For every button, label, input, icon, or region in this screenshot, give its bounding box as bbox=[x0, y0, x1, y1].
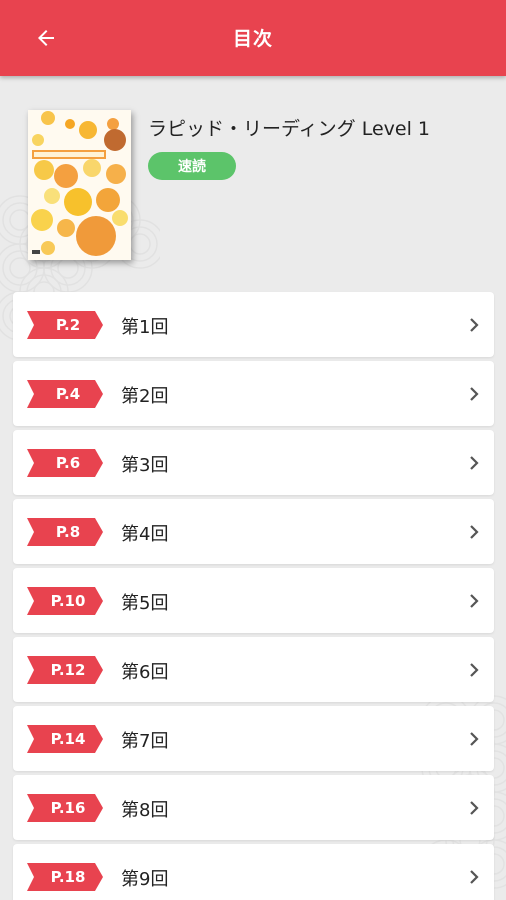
toc-item-label: 第9回 bbox=[121, 869, 169, 890]
page-number-tag: P.14 bbox=[27, 725, 103, 753]
chevron-right-icon bbox=[470, 594, 479, 608]
chevron-right-icon bbox=[470, 732, 479, 746]
page-number-tag: P.12 bbox=[27, 656, 103, 684]
app-bar: 目次 bbox=[0, 0, 506, 76]
book-title: ラピッド・リーディング Level 1 bbox=[148, 118, 430, 140]
toc-item-label: 第6回 bbox=[121, 662, 169, 683]
chevron-right-icon bbox=[470, 456, 479, 470]
toc-item[interactable]: P.14 第7回 bbox=[13, 706, 494, 771]
chevron-right-icon bbox=[470, 801, 479, 815]
toc-item[interactable]: P.8 第4回 bbox=[13, 499, 494, 564]
page-number-tag: P.8 bbox=[27, 518, 103, 546]
chevron-right-icon bbox=[470, 525, 479, 539]
chevron-right-icon bbox=[470, 318, 479, 332]
page-number-tag: P.6 bbox=[27, 449, 103, 477]
page-title: 目次 bbox=[232, 28, 273, 50]
toc-item-label: 第4回 bbox=[121, 524, 169, 545]
page-number: P.10 bbox=[50, 592, 86, 610]
page-number: P.6 bbox=[55, 454, 81, 472]
toc-item-label: 第3回 bbox=[121, 455, 169, 476]
toc-item-label: 第5回 bbox=[121, 593, 169, 614]
toc-item-label: 第1回 bbox=[121, 317, 169, 338]
toc-item-label: 第7回 bbox=[121, 731, 169, 752]
toc-item-label: 第8回 bbox=[121, 800, 169, 821]
chevron-right-icon bbox=[470, 663, 479, 677]
page-number: P.2 bbox=[55, 316, 81, 334]
toc-item[interactable]: P.6 第3回 bbox=[13, 430, 494, 495]
page-number: P.12 bbox=[50, 661, 86, 679]
toc-item[interactable]: P.4 第2回 bbox=[13, 361, 494, 426]
page-number: P.4 bbox=[55, 385, 81, 403]
page-number: P.18 bbox=[50, 868, 86, 886]
page-number: P.16 bbox=[50, 799, 86, 817]
page-number-tag: P.18 bbox=[27, 863, 103, 891]
toc-item[interactable]: P.2 第1回 bbox=[13, 292, 494, 357]
toc-item[interactable]: P.16 第8回 bbox=[13, 775, 494, 840]
toc-item[interactable]: P.10 第5回 bbox=[13, 568, 494, 633]
toc-item[interactable]: P.18 第9回 bbox=[13, 844, 494, 900]
toc-item-label: 第2回 bbox=[121, 386, 169, 407]
toc-item[interactable]: P.12 第6回 bbox=[13, 637, 494, 702]
toc-list: P.2 第1回 P.4 第2回 P.6 第3回 P.8 第4回 P.10 第5回… bbox=[13, 292, 494, 900]
page-number-tag: P.2 bbox=[27, 311, 103, 339]
page-number: P.8 bbox=[55, 523, 81, 541]
chevron-right-icon bbox=[470, 870, 479, 884]
category-badge: 速読 bbox=[148, 152, 236, 180]
chevron-right-icon bbox=[470, 387, 479, 401]
page-number: P.14 bbox=[50, 730, 86, 748]
book-cover-image bbox=[28, 110, 131, 260]
page-number-tag: P.16 bbox=[27, 794, 103, 822]
page-number-tag: P.4 bbox=[27, 380, 103, 408]
page-number-tag: P.10 bbox=[27, 587, 103, 615]
